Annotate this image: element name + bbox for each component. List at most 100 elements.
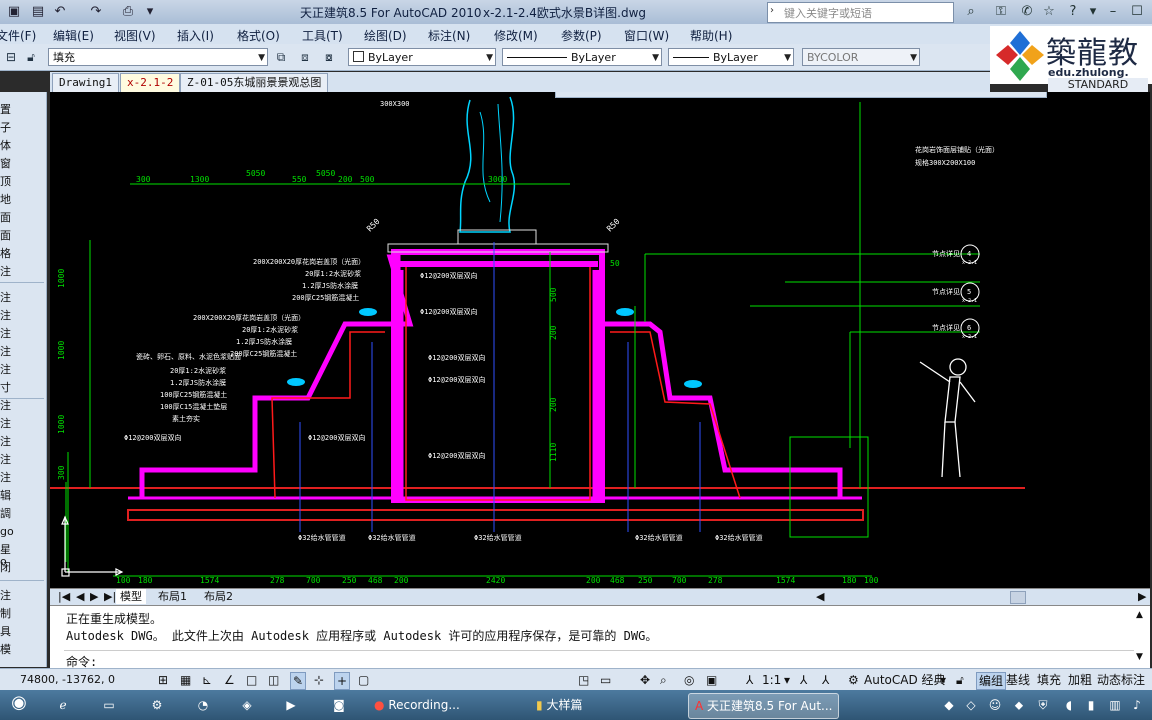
layer-state-icon[interactable]: ⧇ <box>320 48 338 66</box>
palette-item[interactable]: 注 <box>0 328 11 340</box>
palette-item[interactable]: 模 <box>0 644 11 656</box>
autoscale-icon[interactable]: ⅄ <box>822 672 829 688</box>
ordinate-icon[interactable]: ⊥ <box>623 92 641 95</box>
linetype-dropdown-icon[interactable]: ▼ <box>652 49 659 65</box>
status-btn-dyn-dim[interactable]: 动态标注 <box>1097 672 1145 688</box>
color-dropdown-icon[interactable]: ▼ <box>486 49 493 65</box>
center-mark-icon[interactable]: ⊕ <box>854 92 872 95</box>
palette-item[interactable]: 注 <box>0 364 11 376</box>
tray-app-4-icon[interactable]: ⬥ <box>1010 696 1028 714</box>
arc-length-icon[interactable]: ⌒ <box>602 92 620 95</box>
menu-help[interactable]: 帮助(H) <box>690 27 732 44</box>
palette-item[interactable]: go <box>0 526 14 538</box>
radius-dim-icon[interactable]: ◐ <box>644 92 662 95</box>
menu-file[interactable]: 文件(F) <box>0 27 36 44</box>
camera-icon[interactable]: ◙ <box>330 696 348 714</box>
binoculars-icon[interactable]: ⌕ <box>962 3 980 21</box>
tray-volume-icon[interactable]: ♪ <box>1128 696 1146 714</box>
media-icon[interactable]: ▶ <box>282 696 300 714</box>
undo-icon[interactable]: ↶ <box>50 3 70 21</box>
status-btn-baseline[interactable]: 基线 <box>1006 672 1030 688</box>
model-space-icon[interactable]: ◳ <box>578 672 589 688</box>
edit-dim-icon[interactable]: ✎ <box>917 92 935 95</box>
palette-item[interactable]: 注 <box>0 400 11 412</box>
palette-item[interactable]: 注 <box>0 310 11 322</box>
palette-item[interactable]: 注 <box>0 590 11 602</box>
menu-tools[interactable]: 工具(T) <box>302 27 343 44</box>
print-icon[interactable]: ⎙ <box>118 3 138 21</box>
aligned-dim-icon[interactable]: ⟋ <box>581 92 599 95</box>
plotstyle-dropdown-icon[interactable]: ▼ <box>910 49 917 65</box>
tab-layout1[interactable]: 布局1 <box>154 589 191 604</box>
palette-item[interactable]: 制 <box>0 608 11 620</box>
communication-icon[interactable]: ✆ <box>1018 3 1036 21</box>
palette-item[interactable]: 調 <box>0 508 11 520</box>
dim-update-icon[interactable]: ⟲ <box>959 92 977 95</box>
tray-battery-icon[interactable]: ▮ <box>1082 696 1100 714</box>
3dosnap-icon[interactable]: ◫ <box>268 672 279 688</box>
tray-app-2-icon[interactable]: ◇ <box>962 696 980 714</box>
tray-network-icon[interactable]: ▥ <box>1106 696 1124 714</box>
palette-item[interactable]: 辑 <box>0 490 11 502</box>
menu-view[interactable]: 视图(V) <box>114 27 156 44</box>
annotation-scale-icon[interactable]: ⅄ <box>746 672 753 688</box>
infer-constraint-icon[interactable]: ⊞ <box>158 672 168 688</box>
chrome-icon[interactable]: ◔ <box>194 696 212 714</box>
status-btn-fill[interactable]: 填充 <box>1037 672 1061 688</box>
dim-align-icon[interactable]: ⇋ <box>1022 92 1040 95</box>
search-expand-icon[interactable]: › <box>770 5 774 16</box>
drawing-canvas[interactable]: 300 1300 5050 550 5050 200 500 3000 100 … <box>50 92 1150 588</box>
dyn-icon[interactable]: + <box>334 672 351 690</box>
palette-item[interactable]: 格 <box>0 248 11 260</box>
annotation-scale[interactable]: 1:1 <box>762 672 781 688</box>
workspace-icon[interactable]: ⚙ <box>848 672 859 688</box>
lineweight-toggle-icon[interactable]: ▢ <box>358 672 369 688</box>
menu-insert[interactable]: 插入(I) <box>177 27 214 44</box>
palette-item[interactable]: 寸 <box>0 382 11 394</box>
steering-wheel-icon[interactable]: ◎ <box>684 672 694 688</box>
hscroll-thumb[interactable] <box>1010 591 1026 604</box>
menu-parameters[interactable]: 参数(P) <box>561 27 602 44</box>
linear-dim-icon[interactable]: ⊢ <box>560 92 578 95</box>
continue-dim-icon[interactable]: ⊩ <box>770 92 788 95</box>
help-icon[interactable]: ? <box>1064 3 1082 21</box>
palette-item[interactable]: 注 <box>0 418 11 430</box>
menu-format[interactable]: 格式(O) <box>237 27 280 44</box>
tolerance-icon[interactable]: ⊞ <box>833 92 851 95</box>
doc-tab-active[interactable]: x-2.1-2 <box>120 73 181 93</box>
subscription-icon[interactable]: ⚿ <box>992 3 1010 21</box>
palette-item[interactable]: 闭 <box>0 562 11 574</box>
ortho-icon[interactable]: ⊾ <box>202 672 212 688</box>
layer-match-icon[interactable]: ⧉ <box>272 48 290 66</box>
palette-item[interactable]: 地 <box>0 194 11 206</box>
quick-access-dropdown-icon[interactable]: ▾ <box>140 3 160 21</box>
palette-item[interactable]: 具 <box>0 626 11 638</box>
polar-icon[interactable]: ∠ <box>224 672 235 688</box>
plotstyle-combo[interactable]: BYCOLOR ▼ <box>802 48 920 66</box>
palette-item[interactable]: 注 <box>0 472 11 484</box>
quick-view-icon[interactable]: ▭ <box>600 672 611 688</box>
dim-style-icon[interactable]: ⌗ <box>980 92 998 95</box>
tray-app-1-icon[interactable]: ◆ <box>940 696 958 714</box>
diameter-dim-icon[interactable]: ⊘ <box>686 92 704 95</box>
tray-shield-icon[interactable]: ⛨ <box>1034 696 1052 714</box>
layer-lock-icon[interactable]: ⊟ <box>2 48 20 66</box>
palette-item[interactable]: 注 <box>0 292 11 304</box>
doc-tab-site-plan[interactable]: Z-01-05东城丽景景观总图 <box>180 73 329 93</box>
explorer-icon[interactable]: ⚙ <box>148 696 166 714</box>
jogged-linear-icon[interactable]: ⋎ <box>896 92 914 95</box>
otrack-icon[interactable]: ✎ <box>290 672 307 690</box>
palette-item[interactable]: 置 <box>0 104 11 116</box>
menu-draw[interactable]: 绘图(D) <box>364 27 407 44</box>
osnap-icon[interactable]: □ <box>246 672 257 688</box>
palette-item[interactable]: 窗 <box>0 158 11 170</box>
pan-icon[interactable]: ✥ <box>640 672 650 688</box>
workspace-switch[interactable]: AutoCAD 经典 <box>864 672 946 688</box>
command-input[interactable]: 命令: <box>64 650 1134 669</box>
inspect-icon[interactable]: ✓ <box>875 92 893 95</box>
zoom-icon[interactable]: ⌕ <box>660 672 667 688</box>
minimize-icon[interactable]: – <box>1104 3 1122 21</box>
ducs-icon[interactable]: ⊹ <box>314 672 324 688</box>
palette-item[interactable]: 面 <box>0 230 11 242</box>
search-input[interactable]: › 键入关键字或短语 <box>767 2 954 23</box>
